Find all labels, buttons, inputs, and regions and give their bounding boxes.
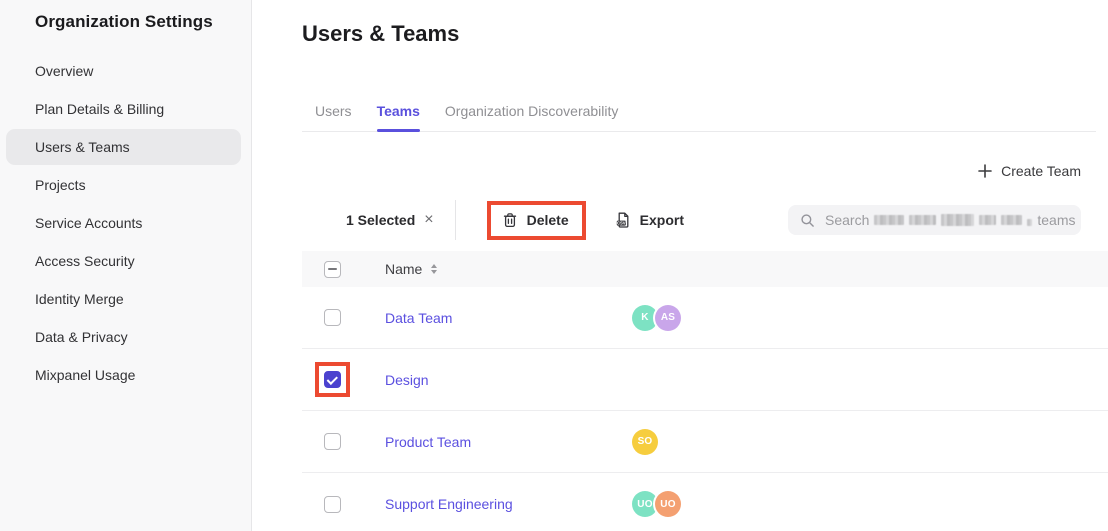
sidebar-nav: Overview Plan Details & Billing Users & … [0, 53, 251, 393]
teams-table: Name Data Team KAS Design Product Team S… [302, 251, 1108, 531]
avatar-group: SO [632, 429, 658, 455]
search-input[interactable]: Search teams [788, 205, 1081, 235]
create-team-label: Create Team [1001, 163, 1081, 179]
sidebar-item-users-teams[interactable]: Users & Teams [6, 129, 241, 165]
sort-icon[interactable] [431, 264, 437, 274]
avatar: AS [655, 305, 681, 331]
tab-organization-discoverability[interactable]: Organization Discoverability [445, 90, 619, 131]
svg-text:CSV: CSV [617, 221, 626, 226]
avatar: SO [632, 429, 658, 455]
table-row: Product Team SO [302, 411, 1108, 473]
team-name-link[interactable]: Design [385, 372, 632, 388]
sidebar-item-data-privacy[interactable]: Data & Privacy [6, 319, 241, 355]
row-checkbox[interactable] [324, 309, 341, 326]
search-icon [800, 213, 815, 228]
avatar-group: UOUO [632, 491, 681, 517]
row-checkbox[interactable] [324, 496, 341, 513]
sidebar-item-projects[interactable]: Projects [6, 167, 241, 203]
toolbar-divider [455, 200, 456, 240]
csv-file-icon: CSV [615, 212, 631, 228]
export-button[interactable]: CSV Export [615, 212, 684, 228]
avatar: UO [655, 491, 681, 517]
delete-button[interactable]: Delete [491, 205, 582, 236]
selection-summary: 1 Selected × [346, 212, 434, 228]
row-checkbox[interactable] [324, 371, 341, 388]
tab-users[interactable]: Users [315, 90, 352, 131]
main-content: Users & Teams Users Teams Organization D… [253, 0, 1108, 531]
avatar-group: KAS [632, 305, 681, 331]
annotation-box-delete: Delete [487, 201, 586, 240]
tab-bar: Users Teams Organization Discoverability [302, 90, 1096, 132]
select-all-checkbox[interactable] [324, 261, 341, 278]
clear-selection-button[interactable]: × [424, 212, 433, 228]
team-name-link[interactable]: Product Team [385, 434, 632, 450]
create-team-button[interactable]: Create Team [978, 163, 1081, 179]
sidebar-item-identity-merge[interactable]: Identity Merge [6, 281, 241, 317]
sidebar-title: Organization Settings [0, 0, 251, 32]
table-row: Support Engineering UOUO [302, 473, 1108, 531]
selected-count: 1 Selected [346, 212, 415, 228]
sidebar-item-overview[interactable]: Overview [6, 53, 241, 89]
sidebar-item-service-accounts[interactable]: Service Accounts [6, 205, 241, 241]
bulk-action-toolbar: 1 Selected × Delete [302, 200, 1081, 240]
page-title: Users & Teams [302, 21, 459, 47]
column-header-name: Name [385, 261, 422, 277]
row-checkbox[interactable] [324, 433, 341, 450]
tab-teams[interactable]: Teams [377, 90, 420, 131]
redacted-text [979, 215, 996, 225]
plus-icon [978, 164, 992, 178]
team-name-link[interactable]: Support Engineering [385, 496, 632, 512]
redacted-text [941, 214, 974, 226]
redacted-text [909, 215, 936, 225]
export-label: Export [640, 212, 684, 228]
redacted-text [1027, 219, 1032, 226]
delete-label: Delete [527, 212, 569, 228]
sidebar-item-mixpanel-usage[interactable]: Mixpanel Usage [6, 357, 241, 393]
sidebar: Organization Settings Overview Plan Deta… [0, 0, 252, 531]
team-name-link[interactable]: Data Team [385, 310, 632, 326]
table-row: Data Team KAS [302, 287, 1108, 349]
sidebar-item-plan-details-billing[interactable]: Plan Details & Billing [6, 91, 241, 127]
search-placeholder: Search teams [825, 212, 1075, 228]
app-window: Organization Settings Overview Plan Deta… [0, 0, 1108, 531]
redacted-text [1001, 215, 1022, 225]
redacted-text [874, 215, 904, 225]
trash-icon [502, 212, 518, 228]
table-header: Name [302, 251, 1108, 287]
sidebar-item-access-security[interactable]: Access Security [6, 243, 241, 279]
table-row: Design [302, 349, 1108, 411]
